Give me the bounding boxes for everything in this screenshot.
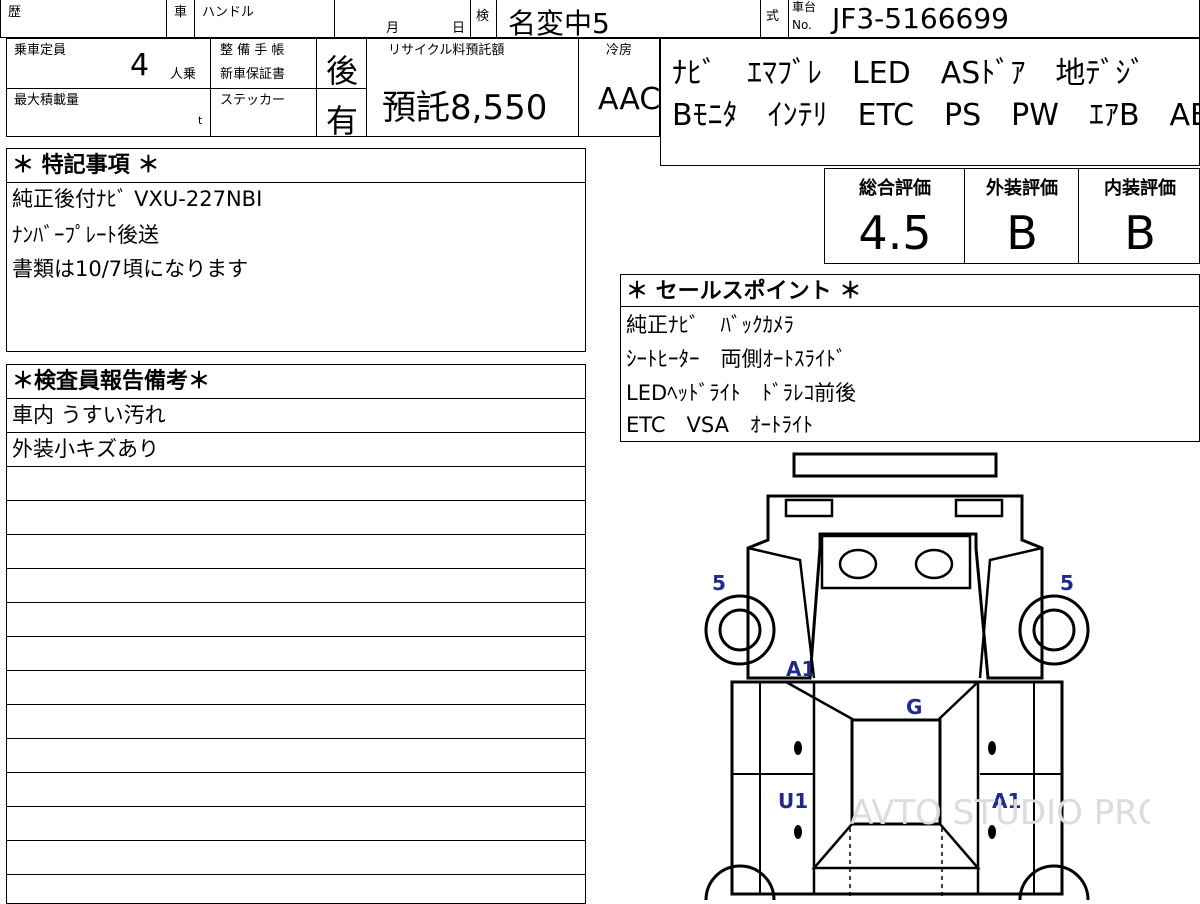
ruled-line (6, 670, 586, 671)
ruled-line (6, 568, 586, 569)
front-left-tire-inner (718, 608, 762, 652)
ruled-line (6, 874, 586, 875)
ruled-line (6, 738, 586, 739)
damage-code-left-door: U1 (778, 789, 808, 813)
door-handle (988, 741, 996, 755)
body-outline (730, 680, 1064, 896)
capacity-value: 4 (130, 48, 150, 83)
type-label: 式 (766, 9, 780, 24)
special-note-line: ﾅﾝﾊﾞｰﾌﾟﾚｰﾄ後送 (12, 223, 159, 247)
inspector-remark-line: 車内 うすい汚れ (12, 403, 166, 427)
interior-grade-label: 内装評価 (1104, 178, 1176, 199)
left-headlight (784, 498, 834, 518)
divider (334, 0, 335, 38)
ruled-line (6, 500, 586, 501)
sales-points-title: ＊ セールスポイント ＊ (626, 279, 862, 304)
divider (620, 306, 1200, 307)
maintenance-value: 後 (326, 52, 359, 90)
month-label: 月 (386, 21, 400, 36)
divider (470, 0, 471, 38)
equipment-line-2: Bﾓﾆﾀ ｲﾝﾃﾘ ETC PS PW ｴｱB ABS (672, 98, 1200, 133)
divider (788, 0, 789, 38)
handle-label: ハンドル (202, 5, 255, 20)
inspection-value: 名変中5 (508, 7, 610, 40)
damage-code-front-right-tire: 5 (1060, 571, 1074, 595)
sales-point-line: ｼｰﾄﾋｰﾀｰ 両側ｵｰﾄｽﾗｲﾄﾞ (626, 347, 847, 371)
ruled-line (6, 602, 586, 603)
recycle-label: リサイクル料預託額 (388, 43, 505, 58)
damage-code-windshield: G (906, 695, 922, 719)
sales-point-line: 純正ﾅﾋﾞ ﾊﾞｯｸｶﾒﾗ (626, 313, 794, 337)
damage-code-front-left-fender: A1 (786, 657, 815, 681)
divider (1078, 168, 1079, 264)
divider (6, 182, 586, 183)
divider (210, 88, 316, 89)
ruled-line (6, 840, 586, 841)
front-right-tire (1018, 594, 1090, 666)
damage-code-front-left-tire: 5 (712, 571, 726, 595)
inspection-label: 検 (476, 9, 490, 24)
ruled-line (6, 704, 586, 705)
history-label: 歴 (8, 5, 22, 20)
right-headlight (954, 498, 1004, 518)
ac-value: AAC (598, 82, 661, 117)
recycle-value: 預託8,550 (382, 88, 548, 128)
ac-label: 冷房 (606, 43, 633, 58)
capacity-unit: 人乗 (170, 67, 197, 82)
overall-grade-label: 総合評価 (859, 178, 931, 199)
divider (760, 0, 761, 38)
right-a-pillar (978, 546, 1043, 679)
car-damage-diagram: 5 5 A1 G U1 A1 AVTO STUDIO PRO (704, 452, 1150, 900)
sticker-value: 有 (326, 102, 359, 140)
divider (194, 0, 195, 38)
hood-panel (820, 534, 972, 590)
sales-point-line: LEDﾍｯﾄﾞﾗｲﾄ ﾄﾞﾗﾚｺ前後 (626, 381, 857, 405)
ruled-line (6, 398, 586, 399)
front-bumper (792, 452, 998, 478)
equipment-line-1: ﾅﾋﾞ ｴﾏﾌﾞﾚ LED ASﾄﾞｱ 地ﾃﾞｼﾞ (672, 56, 1146, 91)
sales-point-line: ETC VSA ｵｰﾄﾗｲﾄ (626, 413, 813, 437)
divider (578, 38, 579, 137)
door-handle (794, 741, 802, 755)
car-label: 車 (174, 5, 188, 20)
front-right-tire-inner (1032, 608, 1076, 652)
inspector-remarks-title: ＊検査員報告備考＊ (12, 369, 211, 394)
interior-grade-value: B (1124, 206, 1156, 260)
maintenance-label: 整 備 手 帳 (220, 43, 285, 58)
capacity-label: 乗車定員 (14, 43, 67, 58)
exterior-grade-label: 外装評価 (986, 178, 1058, 199)
special-note-line: 書類は10/7頃になります (12, 257, 249, 281)
special-notes-title: ＊ 特記事項 ＊ (12, 153, 160, 178)
divider (166, 0, 167, 38)
overall-grade-value: 4.5 (858, 206, 932, 260)
load-unit: t (198, 114, 203, 127)
divider (496, 0, 497, 38)
left-fog-lamp (838, 548, 878, 580)
ruled-line (6, 466, 586, 467)
frame-label-top: 車台 (792, 0, 817, 14)
watermark: AVTO STUDIO PRO (850, 793, 1150, 833)
frame-label-bottom: No. (792, 18, 812, 32)
ruled-line (6, 806, 586, 807)
frame-number: JF3-5166699 (832, 2, 1009, 35)
right-fog-lamp (914, 548, 954, 580)
ruled-line (6, 772, 586, 773)
load-label: 最大積載量 (14, 93, 80, 108)
sticker-label: ステッカー (220, 93, 286, 108)
divider (964, 168, 965, 264)
day-label: 日 (452, 21, 466, 36)
exterior-grade-value: B (1006, 206, 1038, 260)
door-handle (794, 825, 802, 839)
inspector-remark-line: 外装小キズあり (12, 437, 159, 461)
ruled-line (6, 534, 586, 535)
warranty-label: 新車保証書 (220, 67, 286, 82)
ruled-line (6, 636, 586, 637)
special-note-line: 純正後付ﾅﾋﾞ VXU-227NBI (12, 187, 263, 211)
divider (366, 38, 367, 137)
front-left-tire (704, 594, 776, 666)
ruled-line (6, 432, 586, 433)
divider (6, 88, 210, 89)
